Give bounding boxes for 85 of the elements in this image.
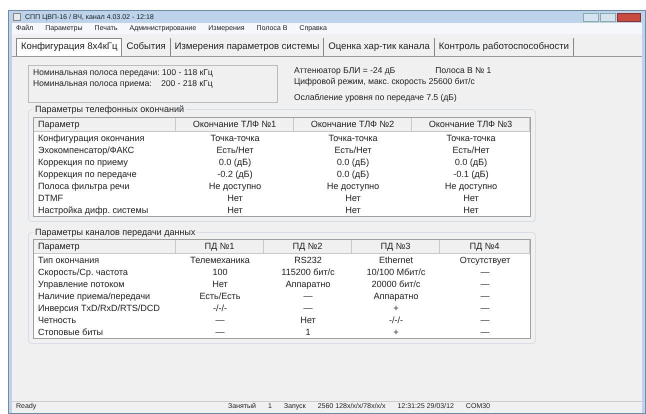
band-label: Номинальная полоса передачи: 100 - 118 кГц <box>33 67 214 78</box>
table-cell-text: Ethernet <box>378 254 414 266</box>
table-cell-text: + <box>392 302 400 314</box>
table-cell-text: — <box>214 314 226 326</box>
table-cell-text: -0.1 (дБ) <box>452 168 490 180</box>
table-cell-text: — <box>480 326 490 338</box>
table-cell-text: Нет <box>462 192 480 204</box>
column-header: ПД №1 <box>176 240 264 253</box>
table-cell-text: 1 <box>304 326 312 338</box>
table-cell-text: 10/100 Мбит/с <box>366 266 426 278</box>
band-label: Номинальная полоса приема: 200 - 218 кГц <box>33 78 214 89</box>
column-header: Окончание ТЛФ №3 <box>412 118 530 130</box>
column-header: Параметр <box>34 118 176 130</box>
table-cell-text: Скорость/Ср. частота <box>37 266 129 278</box>
table-cell-text: 0.0 (дБ) <box>454 156 488 168</box>
table-cell-text: Инверсия TxD/RxD/RTS/DCD <box>37 302 161 314</box>
column-header: ПД №3 <box>352 240 440 253</box>
table-cell-text: Не доступно <box>208 180 262 192</box>
attenuation-label: Ослабление уровня по передаче 7.5 (дБ) <box>294 92 458 103</box>
table-cell-text: Нет <box>462 204 480 216</box>
table-cell-text: — <box>480 302 490 314</box>
table-cell-text: Коррекция по передаче <box>37 168 138 180</box>
attenuator-label: Аттенюатор БЛИ = -24 дБ <box>294 65 396 76</box>
table-cell-text: -/-/- <box>388 314 404 326</box>
table-cell-text: Не доступно <box>444 180 498 192</box>
column-header: Параметр <box>34 240 176 253</box>
table-cell-text: — <box>480 290 490 302</box>
table-cell-text: Точка-точка <box>209 132 261 144</box>
table-cell-text: Наличие приема/передачи <box>37 290 152 302</box>
table-cell-text: Нет <box>344 204 362 216</box>
table-cell-text: Управление потоком <box>37 278 126 290</box>
table-cell-text: Аппаратно <box>284 278 332 290</box>
table-cell-text: Телемеханика <box>189 254 251 266</box>
table-cell-text: Аппаратно <box>372 290 420 302</box>
app-icon <box>13 13 21 21</box>
table-cell-text: 0.0 (дБ) <box>218 156 252 168</box>
table-cell-text: — <box>302 302 314 314</box>
table-cell-text: 115200 бит/с <box>280 266 336 278</box>
band-number-label: Полоса В № 1 <box>435 65 492 76</box>
table-cell-text: Нет <box>211 278 229 290</box>
table-cell-text: Нет <box>226 192 244 204</box>
minimize-button[interactable] <box>583 12 599 22</box>
column-header: ПД №2 <box>264 240 352 253</box>
table-cell-text: DTMF <box>37 192 64 204</box>
table-cell-text: — <box>214 326 226 338</box>
maximize-button[interactable] <box>600 12 616 22</box>
tab[interactable]: Конфигурация 8х4кГц <box>16 38 122 56</box>
close-button[interactable] <box>617 12 641 22</box>
table-cell-text: — <box>480 278 490 290</box>
group-title: Параметры каналов передачи данных <box>34 226 196 239</box>
column-header: Окончание ТЛФ №2 <box>294 118 412 130</box>
table-cell-text: Настройка дифр. системы <box>37 204 150 216</box>
table-cell-text: + <box>392 326 400 338</box>
table-cell-text: — <box>480 266 490 278</box>
table-cell-text: Нет <box>299 314 317 326</box>
table-cell-text: Полоса фильтра речи <box>37 180 130 192</box>
table-cell-text: RS232 <box>293 254 323 266</box>
table-cell-text: Тип окончания <box>37 254 100 266</box>
table-cell-text: Отсутствует <box>458 254 512 266</box>
table-cell-text: Эхокомпенсатор/ФАКС <box>37 144 136 156</box>
table-cell-text: Четность <box>37 314 78 326</box>
table-cell-text: Точка-точка <box>327 132 379 144</box>
column-header: Окончание ТЛФ №1 <box>176 118 294 130</box>
table-cell-text: Нет <box>344 192 362 204</box>
column-header: ПД №4 <box>440 240 530 253</box>
table-cell-text: — <box>480 314 490 326</box>
table-cell-text: Есть/Есть <box>198 290 242 302</box>
table-cell-text: Не доступно <box>326 180 380 192</box>
table-cell-text: -0.2 (дБ) <box>216 168 254 180</box>
table-cell-text: 20000 бит/с <box>370 278 422 290</box>
group-title: Параметры телефонных окончаний <box>34 103 186 116</box>
table-cell-text: 0.0 (дБ) <box>336 168 370 180</box>
digital-mode-label: Цифровой режим, макс. скорость 25600 бит/с <box>294 76 476 87</box>
table-cell-text: Стоповые биты <box>37 326 104 338</box>
table-cell-text: Есть/Нет <box>215 144 255 156</box>
table-cell-text: — <box>302 290 314 302</box>
table-cell-text: Точка-точка <box>445 132 497 144</box>
table-cell-text: Коррекция по приему <box>37 156 129 168</box>
table-cell-text: -/-/- <box>212 302 228 314</box>
table-cell-text: Конфигурация окончания <box>37 132 146 144</box>
table-cell-text: 0.0 (дБ) <box>336 156 370 168</box>
table-cell-text: Нет <box>226 204 244 216</box>
table-cell-text: Есть/Нет <box>451 144 491 156</box>
table-cell-text: Есть/Нет <box>333 144 373 156</box>
table-cell-text: 100 <box>211 266 229 278</box>
